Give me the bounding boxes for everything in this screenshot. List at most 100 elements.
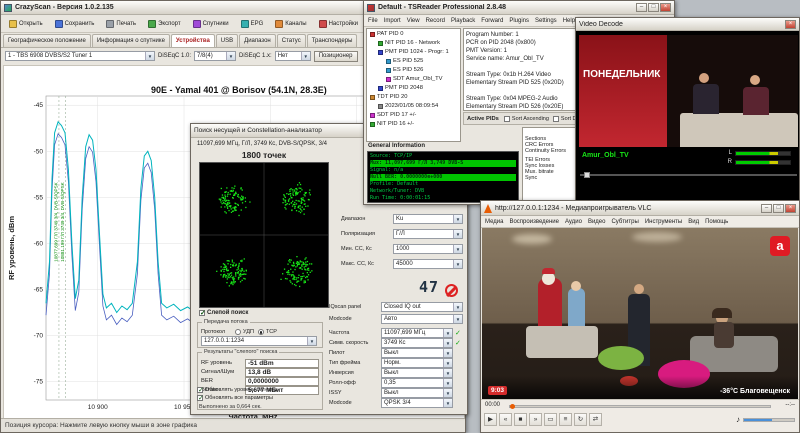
close-icon[interactable]: × [660, 3, 671, 12]
toolbar-button[interactable]: Печать [102, 18, 140, 30]
tree-item[interactable]: NIT PID 16 +/- [368, 120, 459, 129]
tuner-select[interactable]: 1 - TBS 6908 DVBS/S2 Tuner 1 [5, 51, 155, 61]
tab[interactable]: Диапазон [239, 34, 276, 47]
close-icon[interactable]: × [785, 20, 796, 29]
fullscreen-button[interactable]: ▭ [544, 413, 557, 426]
param-value[interactable]: 0,35 [381, 378, 453, 388]
param-value[interactable]: Норм. [381, 358, 453, 368]
param-value[interactable]: Выкл [381, 388, 453, 398]
param-value[interactable]: 3749 Кс [381, 338, 453, 348]
menu-item[interactable]: Record [426, 18, 445, 24]
tab[interactable]: Устройства [171, 34, 215, 47]
toolbar-button[interactable]: Экспорт [144, 18, 185, 30]
param-value[interactable]: 11097,699 МГц [381, 328, 453, 338]
tree-item[interactable]: PMT PID 1024 - Progr: 1 [368, 48, 459, 57]
param-value[interactable]: Выкл [381, 348, 453, 358]
menu-item[interactable]: Plugins [509, 18, 529, 24]
audio-meter-left: L [729, 150, 791, 156]
tree-item[interactable]: ES PID 525 [368, 57, 459, 66]
tree-item[interactable]: NIT PID 16 - Network [368, 39, 459, 48]
tab[interactable]: Информация о спутнике [92, 34, 170, 47]
tree-item[interactable]: PMT PID 2048 [368, 84, 459, 93]
side-control-select[interactable]: Г/Л [393, 229, 463, 239]
toolbar-button[interactable]: Настройки [315, 18, 362, 30]
next-button[interactable]: » [529, 413, 542, 426]
diseqc1x-select[interactable]: Нет [275, 51, 311, 61]
menu-item[interactable]: Помощь [705, 219, 728, 225]
menu-item[interactable]: Аудио [565, 219, 582, 225]
menu-item[interactable]: Видео [588, 219, 606, 225]
menu-item[interactable]: File [368, 18, 378, 24]
menu-item[interactable]: Вид [688, 219, 699, 225]
tab[interactable]: Транспондеры [307, 34, 358, 47]
stream-address-select[interactable]: 127.0.0.1:1234 [201, 336, 317, 346]
toolbar-button[interactable]: Спутники [189, 18, 233, 30]
volume-slider[interactable] [743, 418, 795, 422]
iqscan-mode-select[interactable]: Closed IQ out [381, 302, 463, 312]
loop-button[interactable]: ↻ [574, 413, 587, 426]
tsreader-titlebar[interactable]: Default - TSReader Professional 2.8.48 –… [364, 1, 674, 15]
diseqc10-select[interactable]: 7/8(4) [194, 51, 236, 61]
random-button[interactable]: ⇄ [589, 413, 602, 426]
tab[interactable]: Географическое положение [3, 34, 91, 47]
toolbar-button[interactable]: EPG [237, 18, 268, 30]
protocol-radio[interactable]: УДП [235, 329, 254, 335]
menu-item[interactable]: Playback [451, 18, 475, 24]
modcode-select[interactable]: Авто [381, 314, 463, 324]
tree-item[interactable]: TDT PID 20 [368, 93, 459, 102]
vlc-video[interactable]: а 9:03 -36°C Благовещенск [482, 228, 798, 400]
tree-item[interactable]: SDT PID 17 +/- [368, 111, 459, 120]
menu-item[interactable]: Медиа [485, 219, 503, 225]
tab[interactable]: USB [216, 34, 238, 47]
menu-item[interactable]: Settings [535, 18, 557, 24]
maximize-icon[interactable]: □ [773, 204, 784, 213]
seek-slider[interactable] [509, 405, 771, 408]
close-icon[interactable]: × [785, 204, 796, 213]
menu-item[interactable]: View [407, 18, 420, 24]
menu-item[interactable]: Import [384, 18, 401, 24]
slider-thumb[interactable] [584, 172, 590, 178]
toolbar-button[interactable]: Сохранить [51, 18, 99, 30]
tab[interactable]: Статус [277, 34, 306, 47]
side-control-select[interactable]: 1000 [393, 244, 463, 254]
tsreader-tree[interactable]: PAT PID 0 NIT PID 16 - Network PMT PID 1… [366, 28, 461, 142]
menu-item[interactable]: Инструменты [645, 219, 682, 225]
tree-item[interactable]: SDT Amur_Obl_TV [368, 75, 459, 84]
maximize-icon[interactable]: □ [648, 3, 659, 12]
protocol-radio[interactable]: ТСР [258, 329, 277, 335]
positioner-button[interactable]: Позиционер [314, 51, 358, 62]
general-info-terminal: Source: TCP/IPMux: 11,097,699 Г/Л 3,749 … [367, 151, 519, 203]
tree-item[interactable]: PAT PID 0 [368, 30, 459, 39]
desktop: { "crazyscan": { "title": "CrazyScan - В… [0, 0, 800, 433]
param-value[interactable]: QPSK 3/4 [381, 398, 453, 408]
svg-text:-45: -45 [34, 102, 44, 109]
seek-thumb[interactable] [510, 404, 515, 409]
tree-item[interactable]: ES PID 526 [368, 66, 459, 75]
menu-item[interactable]: Forward [481, 18, 503, 24]
side-control-select[interactable]: 45000 [393, 259, 463, 269]
tree-item[interactable]: 2023/01/05 08:09:54 [368, 102, 459, 111]
side-control-select[interactable]: Ku [393, 214, 463, 224]
stop-button[interactable]: ■ [514, 413, 527, 426]
pid-icon [370, 95, 375, 100]
previous-button[interactable]: « [499, 413, 512, 426]
playlist-button[interactable]: ≡ [559, 413, 572, 426]
update-checkbox[interactable]: Обновлять уровень сигнала [197, 386, 325, 394]
play-button[interactable]: ▶ [484, 413, 497, 426]
blind-search-checkbox[interactable]: Слепой поиск [199, 310, 248, 316]
menu-item[interactable]: Help [563, 18, 575, 24]
menu-item[interactable]: Воспроизведение [509, 219, 559, 225]
update-checkbox[interactable]: Обновлять все параметры [197, 394, 325, 402]
toolbar-button[interactable]: Открыть [5, 18, 47, 30]
toolbar-button[interactable]: Каналы [271, 18, 310, 30]
videodecode-video[interactable]: ПОНЕДЕЛЬНИК [579, 35, 798, 147]
minimize-icon[interactable]: – [636, 3, 647, 12]
menu-item[interactable]: Субтитры [611, 219, 638, 225]
videodecode-titlebar[interactable]: Video Decode × [576, 18, 799, 31]
param-value[interactable]: Выкл [381, 368, 453, 378]
vlc-titlebar[interactable]: http://127.0.0.1:1234 - Медиапроигрывате… [481, 201, 799, 216]
vlc-title: http://127.0.0.1:1234 - Медиапроигрывате… [495, 205, 758, 212]
video-position-slider[interactable] [580, 174, 797, 176]
sort-checkbox[interactable]: Sort Ascending [504, 116, 549, 122]
minimize-icon[interactable]: – [761, 204, 772, 213]
